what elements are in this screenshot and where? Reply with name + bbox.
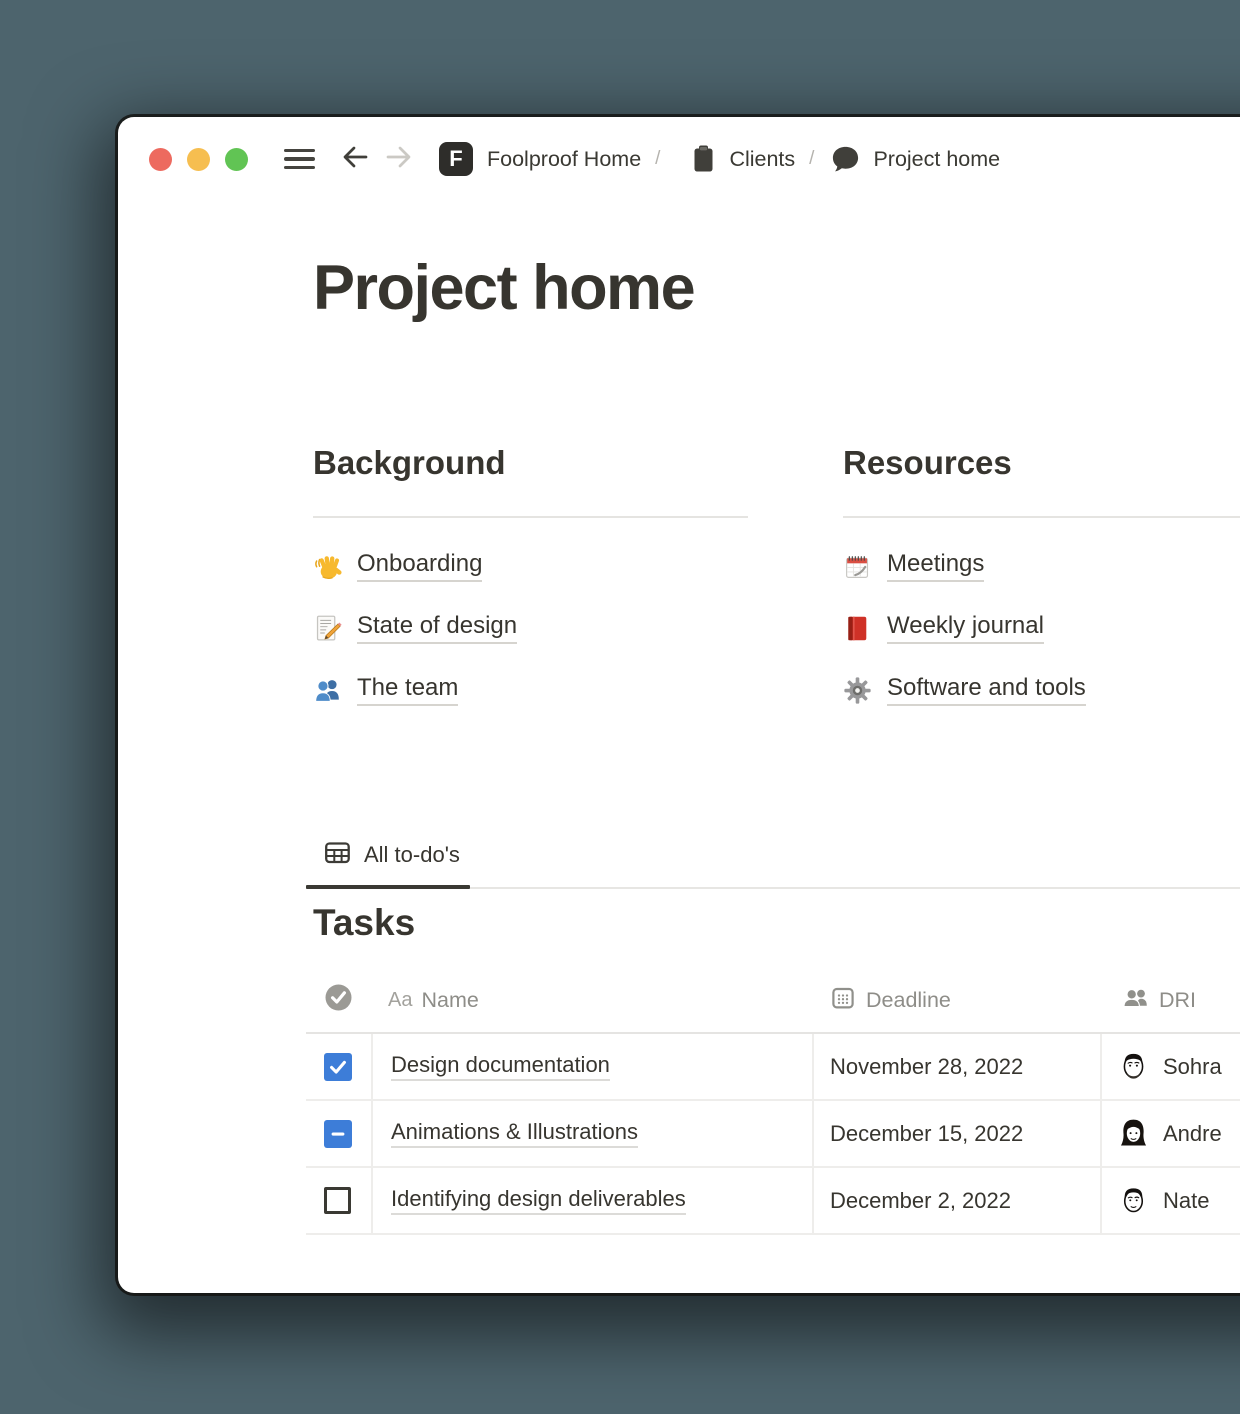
- dri-person-name: Andre: [1163, 1121, 1222, 1147]
- name-cell[interactable]: Design documentation: [371, 1034, 812, 1099]
- page-link-label: Weekly journal: [887, 612, 1044, 644]
- page-link-label: Onboarding: [357, 550, 482, 582]
- table-row: Identifying design deliverables December…: [306, 1168, 1240, 1235]
- dri-cell[interactable]: Sohra: [1100, 1034, 1240, 1099]
- tasks-database-title: Tasks: [313, 900, 415, 946]
- task-page-link[interactable]: Animations & Illustrations: [391, 1119, 638, 1148]
- deadline-value: December 2, 2022: [830, 1188, 1011, 1214]
- done-checkbox[interactable]: [324, 1120, 352, 1148]
- name-cell[interactable]: Animations & Illustrations: [371, 1101, 812, 1166]
- column-label: Deadline: [866, 988, 951, 1013]
- task-page-link[interactable]: Identifying design deliverables: [391, 1186, 686, 1215]
- two-people-icon: [313, 676, 342, 705]
- page-link-weekly-journal[interactable]: Weekly journal: [843, 597, 1240, 659]
- clipboard-icon: [690, 144, 717, 174]
- tab-label: All to-do's: [364, 840, 460, 870]
- people-property-icon: [1122, 985, 1149, 1015]
- avatar: [1117, 1050, 1150, 1083]
- deadline-cell[interactable]: December 15, 2022: [812, 1101, 1100, 1166]
- back-arrow-icon[interactable]: [337, 142, 371, 177]
- breadcrumb-separator: /: [655, 148, 660, 170]
- section-background: Background: [313, 443, 748, 721]
- dri-person-name: Nate: [1163, 1188, 1209, 1214]
- minimize-window-button[interactable]: [187, 148, 210, 171]
- page-link-label: The team: [357, 674, 458, 706]
- deadline-value: December 15, 2022: [830, 1121, 1023, 1147]
- spiral-calendar-icon: [843, 552, 872, 581]
- page-link-label: Meetings: [887, 550, 984, 582]
- breadcrumb-item-project-home[interactable]: Project home: [873, 147, 1000, 172]
- avatar: [1117, 1184, 1150, 1217]
- memo-icon: [313, 614, 342, 643]
- forward-arrow-icon[interactable]: [383, 142, 417, 177]
- calendar-property-icon: [830, 985, 856, 1016]
- page-link-label: Software and tools: [887, 674, 1086, 706]
- done-checkbox[interactable]: [324, 1053, 352, 1081]
- breadcrumb-item-clients[interactable]: Clients: [729, 147, 795, 172]
- deadline-cell[interactable]: December 2, 2022: [812, 1168, 1100, 1233]
- speech-bubble-icon: [830, 144, 861, 174]
- tab-all-todos[interactable]: All to-do's: [306, 839, 470, 887]
- deadline-cell[interactable]: November 28, 2022: [812, 1034, 1100, 1099]
- red-book-icon: [843, 614, 872, 643]
- page-link-onboarding[interactable]: Onboarding: [313, 535, 748, 597]
- avatar: [1117, 1117, 1150, 1150]
- page-link-state-of-design[interactable]: State of design: [313, 597, 748, 659]
- column-header-name[interactable]: Aa Name: [371, 988, 812, 1013]
- breadcrumb-separator: /: [809, 148, 814, 170]
- foolproof-logo: F: [439, 142, 473, 176]
- check-circle-icon: [324, 983, 353, 1017]
- dri-person-name: Sohra: [1163, 1054, 1222, 1080]
- column-header-dri[interactable]: DRI: [1100, 985, 1240, 1015]
- table-view-icon: [324, 839, 351, 871]
- section-title: Background: [313, 443, 748, 483]
- deadline-value: November 28, 2022: [830, 1054, 1023, 1080]
- page-link-the-team[interactable]: The team: [313, 659, 748, 721]
- close-window-button[interactable]: [149, 148, 172, 171]
- sections-row: Background: [313, 443, 1240, 721]
- sidebar-toggle-menu-icon[interactable]: [284, 149, 315, 170]
- column-label: Name: [421, 988, 478, 1013]
- tasks-table: Aa Name Deadline: [306, 968, 1240, 1235]
- table-row: Animations & Illustrations December 15, …: [306, 1101, 1240, 1168]
- page-link-meetings[interactable]: Meetings: [843, 535, 1240, 597]
- text-property-icon: Aa: [388, 989, 412, 1012]
- column-label: DRI: [1159, 988, 1196, 1013]
- dri-cell[interactable]: Nate: [1100, 1168, 1240, 1233]
- table-row: Design documentation November 28, 2022: [306, 1034, 1240, 1101]
- name-cell[interactable]: Identifying design deliverables: [371, 1168, 812, 1233]
- section-resources: Resources: [843, 443, 1240, 721]
- desktop-background: F Foolproof Home / Clients / Project hom…: [0, 0, 1240, 1414]
- breadcrumb-item-foolproof-home[interactable]: Foolproof Home: [487, 147, 641, 172]
- app-window: F Foolproof Home / Clients / Project hom…: [118, 117, 1240, 1293]
- table-header-row: Aa Name Deadline: [306, 968, 1240, 1034]
- gear-icon: [843, 676, 872, 705]
- page-title: Project home: [313, 253, 694, 323]
- page-link-software-and-tools[interactable]: Software and tools: [843, 659, 1240, 721]
- section-title: Resources: [843, 443, 1240, 483]
- view-tab-bar: All to-do's: [306, 839, 1240, 889]
- done-checkbox[interactable]: [324, 1187, 351, 1214]
- titlebar: F Foolproof Home / Clients / Project hom…: [149, 147, 1000, 171]
- zoom-window-button[interactable]: [225, 148, 248, 171]
- column-header-done[interactable]: [306, 983, 371, 1017]
- task-page-link[interactable]: Design documentation: [391, 1052, 610, 1081]
- dri-cell[interactable]: Andre: [1100, 1101, 1240, 1166]
- column-header-deadline[interactable]: Deadline: [812, 985, 1100, 1016]
- page-link-label: State of design: [357, 612, 517, 644]
- wave-icon: [313, 552, 342, 581]
